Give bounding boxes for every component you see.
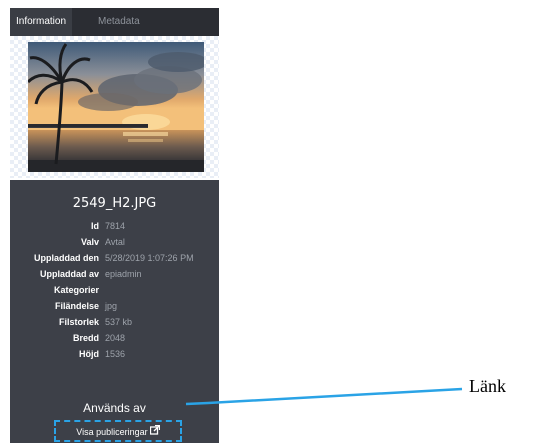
callout-line xyxy=(185,387,463,406)
callout-label: Länk xyxy=(469,376,506,396)
